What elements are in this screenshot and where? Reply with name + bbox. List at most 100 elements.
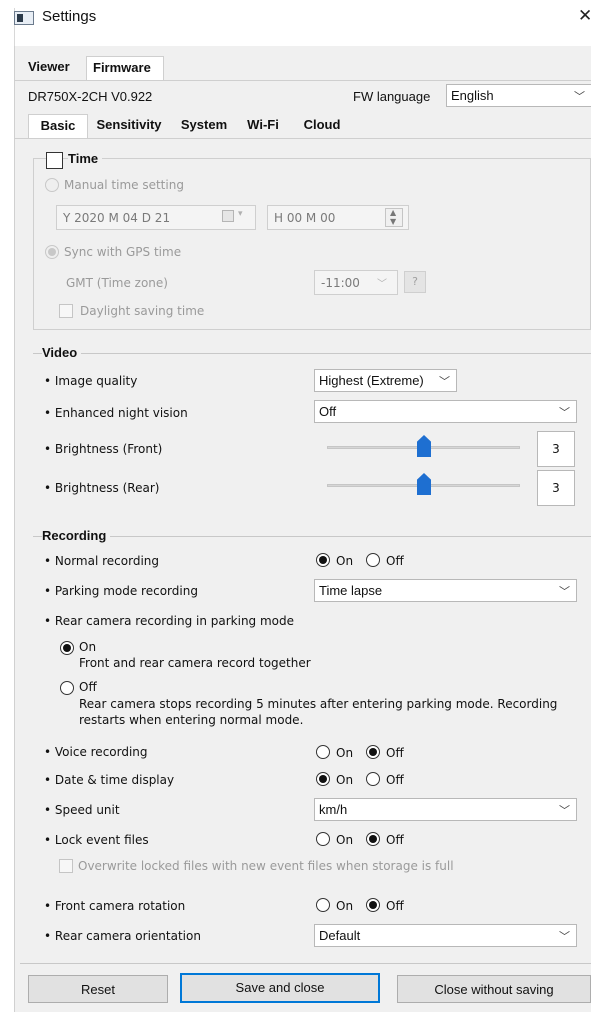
fw-language-label: FW language <box>353 89 431 104</box>
rear-parking-off-desc-2: restarts when entering normal mode. <box>79 713 304 727</box>
dst-checkbox[interactable] <box>59 304 73 318</box>
gmt-label: GMT (Time zone) <box>66 276 168 290</box>
tab-divider <box>14 80 591 81</box>
date-input[interactable]: Y 2020 M 04 D 21 ▾ <box>56 205 256 230</box>
tab-firmware[interactable]: Firmware <box>86 56 164 80</box>
tab-wifi[interactable]: Wi-Fi <box>238 114 288 138</box>
voice-on-radio[interactable] <box>316 745 330 759</box>
lock-off-label: Off <box>386 833 404 847</box>
voice-on-label: On <box>336 746 354 760</box>
chevron-down-icon: ﹀ <box>574 91 585 103</box>
rear-parking-on-radio[interactable] <box>60 641 74 655</box>
gmt-select[interactable]: -11:00 ﹀ <box>314 270 398 295</box>
spin-down-icon: ▼ <box>390 217 397 226</box>
time-spinner[interactable]: ▲ ▼ <box>385 208 403 227</box>
close-without-saving-button[interactable]: Close without saving <box>397 975 591 1003</box>
help-button[interactable]: ? <box>404 271 426 293</box>
tab-basic[interactable]: Basic <box>28 114 88 138</box>
lock-off-radio[interactable] <box>366 832 380 846</box>
time-section-title: Time <box>68 151 103 166</box>
time-checkbox[interactable] <box>46 152 63 169</box>
datetime-off-label: Off <box>386 773 404 787</box>
tab-cloud[interactable]: Cloud <box>292 114 352 138</box>
date-value: Y 2020 M 04 D 21 <box>63 211 171 225</box>
parking-mode-value: Time lapse <box>319 583 383 598</box>
lock-event-label: • Lock event files <box>44 833 149 847</box>
video-section-title: Video <box>42 345 82 360</box>
brightness-front-value: 3 <box>537 431 575 467</box>
voice-off-label: Off <box>386 746 404 760</box>
datetime-on-radio[interactable] <box>316 772 330 786</box>
window-title: Settings <box>42 8 97 25</box>
chevron-down-icon: ﹀ <box>439 376 450 388</box>
normal-off-radio[interactable] <box>366 553 380 567</box>
spin-up-icon: ▲ <box>390 208 397 217</box>
recording-divider <box>33 536 591 537</box>
video-divider <box>33 353 591 354</box>
tab-system[interactable]: System <box>172 114 236 138</box>
normal-off-label: Off <box>386 554 404 568</box>
close-icon[interactable]: ✕ <box>578 6 591 26</box>
brightness-front-label: • Brightness (Front) <box>44 442 163 456</box>
lock-on-radio[interactable] <box>316 832 330 846</box>
manual-time-radio[interactable] <box>45 178 59 192</box>
rear-parking-off-desc-1: Rear camera stops recording 5 minutes af… <box>79 697 558 711</box>
rear-parking-on-label: On <box>79 640 97 654</box>
gps-sync-label: Sync with GPS time <box>64 245 182 259</box>
datetime-on-label: On <box>336 773 354 787</box>
rear-parking-label: • Rear camera recording in parking mode <box>44 614 295 628</box>
tab-sensitivity[interactable]: Sensitivity <box>88 114 170 138</box>
save-and-close-button[interactable]: Save and close <box>180 973 380 1003</box>
chevron-down-icon: ﹀ <box>559 931 570 943</box>
brightness-rear-label: • Brightness (Rear) <box>44 481 160 495</box>
rear-parking-off-radio[interactable] <box>60 681 74 695</box>
recording-section-title: Recording <box>42 528 111 543</box>
speed-unit-label: • Speed unit <box>44 803 120 817</box>
fw-language-select[interactable]: English ﹀ <box>446 84 591 107</box>
tab-viewer[interactable]: Viewer <box>28 56 80 80</box>
voice-recording-label: • Voice recording <box>44 745 148 759</box>
normal-on-label: On <box>336 554 354 568</box>
night-vision-label: • Enhanced night vision <box>44 406 188 420</box>
speed-unit-select[interactable]: km/h ﹀ <box>314 798 577 821</box>
lock-on-label: On <box>336 833 354 847</box>
rear-parking-off-label: Off <box>79 680 97 694</box>
front-rotation-off-radio[interactable] <box>366 898 380 912</box>
front-rotation-label: • Front camera rotation <box>44 899 186 913</box>
subtab-divider <box>14 138 591 139</box>
voice-off-radio[interactable] <box>366 745 380 759</box>
overwrite-label: Overwrite locked files with new event fi… <box>78 859 454 873</box>
reset-button[interactable]: Reset <box>28 975 168 1003</box>
parking-mode-label: • Parking mode recording <box>44 584 198 598</box>
time-value: H 00 M 00 <box>274 211 336 225</box>
rear-parking-on-desc: Front and rear camera record together <box>79 656 311 670</box>
chevron-down-icon: ▾ <box>238 209 243 219</box>
rear-orientation-select[interactable]: Default ﹀ <box>314 924 577 947</box>
gps-sync-radio[interactable] <box>45 245 59 259</box>
bottom-divider <box>20 963 591 964</box>
calendar-icon <box>222 210 234 222</box>
chevron-down-icon: ﹀ <box>559 586 570 598</box>
title-bar <box>14 8 591 46</box>
rear-orientation-value: Default <box>319 928 361 943</box>
app-icon <box>14 11 34 25</box>
overwrite-checkbox[interactable] <box>59 859 73 873</box>
normal-on-radio[interactable] <box>316 553 330 567</box>
front-rotation-on-radio[interactable] <box>316 898 330 912</box>
image-quality-select[interactable]: Highest (Extreme) ﹀ <box>314 369 457 392</box>
night-vision-select[interactable]: Off ﹀ <box>314 400 577 423</box>
image-quality-value: Highest (Extreme) <box>319 373 424 388</box>
datetime-off-radio[interactable] <box>366 772 380 786</box>
fw-language-value: English <box>451 88 494 103</box>
chevron-down-icon: ﹀ <box>559 407 570 419</box>
night-vision-value: Off <box>319 404 337 419</box>
brightness-rear-value: 3 <box>537 470 575 506</box>
time-input[interactable]: H 00 M 00 ▲ ▼ <box>267 205 409 230</box>
chevron-down-icon: ﹀ <box>559 805 570 817</box>
parking-mode-select[interactable]: Time lapse ﹀ <box>314 579 577 602</box>
front-rotation-on-label: On <box>336 899 354 913</box>
manual-time-label: Manual time setting <box>64 178 184 192</box>
normal-recording-label: • Normal recording <box>44 554 160 568</box>
rear-orientation-label: • Rear camera orientation <box>44 929 201 943</box>
speed-unit-value: km/h <box>319 802 348 817</box>
